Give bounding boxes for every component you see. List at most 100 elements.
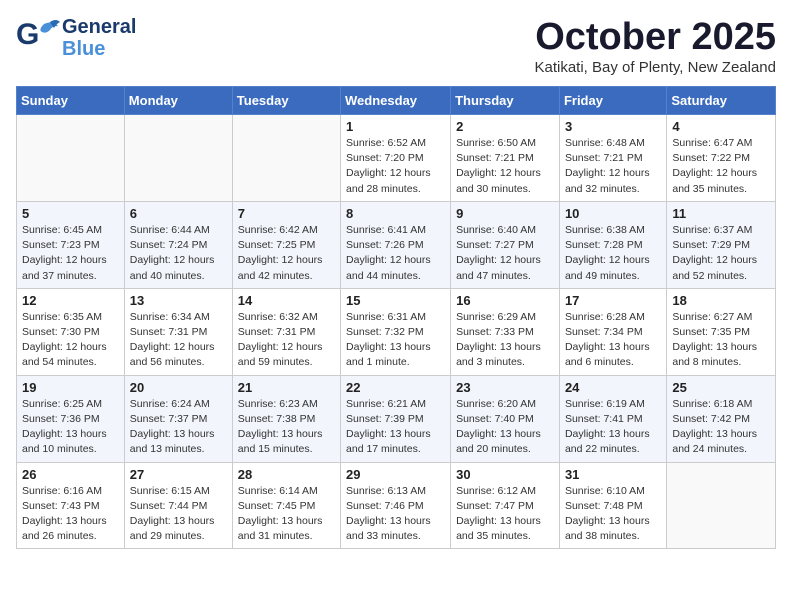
day-info: Sunrise: 6:20 AM Sunset: 7:40 PM Dayligh… bbox=[456, 397, 554, 458]
day-info: Sunrise: 6:10 AM Sunset: 7:48 PM Dayligh… bbox=[565, 484, 661, 545]
day-info: Sunrise: 6:31 AM Sunset: 7:32 PM Dayligh… bbox=[346, 310, 445, 371]
weekday-header-row: SundayMondayTuesdayWednesdayThursdayFrid… bbox=[17, 87, 776, 115]
day-number: 2 bbox=[456, 119, 554, 134]
day-number: 15 bbox=[346, 293, 445, 308]
day-info: Sunrise: 6:21 AM Sunset: 7:39 PM Dayligh… bbox=[346, 397, 445, 458]
day-info: Sunrise: 6:25 AM Sunset: 7:36 PM Dayligh… bbox=[22, 397, 119, 458]
day-info: Sunrise: 6:14 AM Sunset: 7:45 PM Dayligh… bbox=[238, 484, 335, 545]
day-number: 8 bbox=[346, 206, 445, 221]
weekday-header-saturday: Saturday bbox=[667, 87, 776, 115]
calendar-cell: 2 Sunrise: 6:50 AM Sunset: 7:21 PM Daylig… bbox=[451, 115, 560, 202]
weekday-header-friday: Friday bbox=[559, 87, 666, 115]
day-info: Sunrise: 6:48 AM Sunset: 7:21 PM Dayligh… bbox=[565, 136, 661, 197]
calendar-cell: 17 Sunrise: 6:28 AM Sunset: 7:34 PM Dayli… bbox=[559, 288, 666, 375]
weekday-header-sunday: Sunday bbox=[17, 87, 125, 115]
page-header: G General Blue October 2025 Katikati, Ba… bbox=[16, 16, 776, 76]
day-info: Sunrise: 6:16 AM Sunset: 7:43 PM Dayligh… bbox=[22, 484, 119, 545]
calendar-cell: 18Sunrise: 6:27 AM Sunset: 7:35 PM Dayli… bbox=[667, 288, 776, 375]
day-info: Sunrise: 6:24 AM Sunset: 7:37 PM Dayligh… bbox=[130, 397, 227, 458]
day-number: 22 bbox=[346, 380, 445, 395]
calendar-week-5: 26 Sunrise: 6:16 AM Sunset: 7:43 PM Dayli… bbox=[17, 462, 776, 549]
weekday-header-monday: Monday bbox=[124, 87, 232, 115]
calendar-cell: 28 Sunrise: 6:14 AM Sunset: 7:45 PM Dayli… bbox=[232, 462, 340, 549]
day-number: 13 bbox=[130, 293, 227, 308]
calendar-cell: 10Sunrise: 6:38 AM Sunset: 7:28 PM Dayli… bbox=[559, 201, 666, 288]
day-info: Sunrise: 6:38 AM Sunset: 7:28 PM Dayligh… bbox=[565, 223, 661, 284]
calendar-cell: 12 Sunrise: 6:35 AM Sunset: 7:30 PM Dayli… bbox=[17, 288, 125, 375]
logo: G General Blue bbox=[16, 16, 136, 60]
weekday-header-thursday: Thursday bbox=[451, 87, 560, 115]
weekday-header-wednesday: Wednesday bbox=[341, 87, 451, 115]
calendar-cell: 8 Sunrise: 6:41 AM Sunset: 7:26 PM Daylig… bbox=[341, 201, 451, 288]
day-info: Sunrise: 6:52 AM Sunset: 7:20 PM Dayligh… bbox=[346, 136, 445, 197]
day-info: Sunrise: 6:35 AM Sunset: 7:30 PM Dayligh… bbox=[22, 310, 119, 371]
calendar-cell: 30Sunrise: 6:12 AM Sunset: 7:47 PM Dayli… bbox=[451, 462, 560, 549]
calendar-cell: 29Sunrise: 6:13 AM Sunset: 7:46 PM Dayli… bbox=[341, 462, 451, 549]
day-number: 26 bbox=[22, 467, 119, 482]
day-info: Sunrise: 6:40 AM Sunset: 7:27 PM Dayligh… bbox=[456, 223, 554, 284]
calendar-week-4: 19 Sunrise: 6:25 AM Sunset: 7:36 PM Dayli… bbox=[17, 375, 776, 462]
day-info: Sunrise: 6:15 AM Sunset: 7:44 PM Dayligh… bbox=[130, 484, 227, 545]
day-number: 21 bbox=[238, 380, 335, 395]
logo-text-blue: Blue bbox=[62, 38, 136, 60]
weekday-header-tuesday: Tuesday bbox=[232, 87, 340, 115]
calendar-cell: 6 Sunrise: 6:44 AM Sunset: 7:24 PM Daylig… bbox=[124, 201, 232, 288]
day-info: Sunrise: 6:37 AM Sunset: 7:29 PM Dayligh… bbox=[672, 223, 770, 284]
logo-icon: G bbox=[16, 16, 60, 60]
location: Katikati, Bay of Plenty, New Zealand bbox=[534, 59, 776, 76]
calendar-cell: 15 Sunrise: 6:31 AM Sunset: 7:32 PM Dayli… bbox=[341, 288, 451, 375]
calendar-cell bbox=[667, 462, 776, 549]
day-number: 31 bbox=[565, 467, 661, 482]
day-info: Sunrise: 6:19 AM Sunset: 7:41 PM Dayligh… bbox=[565, 397, 661, 458]
calendar-cell: 26 Sunrise: 6:16 AM Sunset: 7:43 PM Dayli… bbox=[17, 462, 125, 549]
calendar-cell: 14Sunrise: 6:32 AM Sunset: 7:31 PM Dayli… bbox=[232, 288, 340, 375]
day-info: Sunrise: 6:41 AM Sunset: 7:26 PM Dayligh… bbox=[346, 223, 445, 284]
day-info: Sunrise: 6:28 AM Sunset: 7:34 PM Dayligh… bbox=[565, 310, 661, 371]
day-number: 24 bbox=[565, 380, 661, 395]
calendar-cell: 5 Sunrise: 6:45 AM Sunset: 7:23 PM Daylig… bbox=[17, 201, 125, 288]
day-info: Sunrise: 6:18 AM Sunset: 7:42 PM Dayligh… bbox=[672, 397, 770, 458]
day-info: Sunrise: 6:44 AM Sunset: 7:24 PM Dayligh… bbox=[130, 223, 227, 284]
day-info: Sunrise: 6:13 AM Sunset: 7:46 PM Dayligh… bbox=[346, 484, 445, 545]
day-info: Sunrise: 6:12 AM Sunset: 7:47 PM Dayligh… bbox=[456, 484, 554, 545]
calendar-cell: 27 Sunrise: 6:15 AM Sunset: 7:44 PM Dayli… bbox=[124, 462, 232, 549]
day-number: 28 bbox=[238, 467, 335, 482]
calendar-week-3: 12 Sunrise: 6:35 AM Sunset: 7:30 PM Dayli… bbox=[17, 288, 776, 375]
day-number: 19 bbox=[22, 380, 119, 395]
day-number: 23 bbox=[456, 380, 554, 395]
calendar-cell: 16 Sunrise: 6:29 AM Sunset: 7:33 PM Dayli… bbox=[451, 288, 560, 375]
calendar-cell: 1Sunrise: 6:52 AM Sunset: 7:20 PM Daylig… bbox=[341, 115, 451, 202]
day-number: 7 bbox=[238, 206, 335, 221]
day-number: 14 bbox=[238, 293, 335, 308]
calendar-cell: 23 Sunrise: 6:20 AM Sunset: 7:40 PM Dayli… bbox=[451, 375, 560, 462]
day-number: 17 bbox=[565, 293, 661, 308]
svg-text:G: G bbox=[16, 18, 39, 51]
day-number: 4 bbox=[672, 119, 770, 134]
logo-text-general: General bbox=[62, 16, 136, 38]
calendar-cell: 3Sunrise: 6:48 AM Sunset: 7:21 PM Daylig… bbox=[559, 115, 666, 202]
calendar-cell bbox=[124, 115, 232, 202]
day-info: Sunrise: 6:50 AM Sunset: 7:21 PM Dayligh… bbox=[456, 136, 554, 197]
title-block: October 2025 Katikati, Bay of Plenty, Ne… bbox=[534, 16, 776, 76]
calendar-cell: 24 Sunrise: 6:19 AM Sunset: 7:41 PM Dayli… bbox=[559, 375, 666, 462]
day-number: 27 bbox=[130, 467, 227, 482]
day-number: 9 bbox=[456, 206, 554, 221]
day-info: Sunrise: 6:29 AM Sunset: 7:33 PM Dayligh… bbox=[456, 310, 554, 371]
day-number: 16 bbox=[456, 293, 554, 308]
day-info: Sunrise: 6:47 AM Sunset: 7:22 PM Dayligh… bbox=[672, 136, 770, 197]
calendar-week-1: 1Sunrise: 6:52 AM Sunset: 7:20 PM Daylig… bbox=[17, 115, 776, 202]
day-number: 11 bbox=[672, 206, 770, 221]
day-number: 20 bbox=[130, 380, 227, 395]
day-number: 12 bbox=[22, 293, 119, 308]
day-info: Sunrise: 6:23 AM Sunset: 7:38 PM Dayligh… bbox=[238, 397, 335, 458]
calendar-cell bbox=[17, 115, 125, 202]
calendar-cell: 13Sunrise: 6:34 AM Sunset: 7:31 PM Dayli… bbox=[124, 288, 232, 375]
calendar-cell: 31 Sunrise: 6:10 AM Sunset: 7:48 PM Dayli… bbox=[559, 462, 666, 549]
calendar-cell: 4 Sunrise: 6:47 AM Sunset: 7:22 PM Daylig… bbox=[667, 115, 776, 202]
day-info: Sunrise: 6:45 AM Sunset: 7:23 PM Dayligh… bbox=[22, 223, 119, 284]
day-number: 5 bbox=[22, 206, 119, 221]
day-number: 6 bbox=[130, 206, 227, 221]
day-info: Sunrise: 6:27 AM Sunset: 7:35 PM Dayligh… bbox=[672, 310, 770, 371]
day-info: Sunrise: 6:42 AM Sunset: 7:25 PM Dayligh… bbox=[238, 223, 335, 284]
day-number: 25 bbox=[672, 380, 770, 395]
